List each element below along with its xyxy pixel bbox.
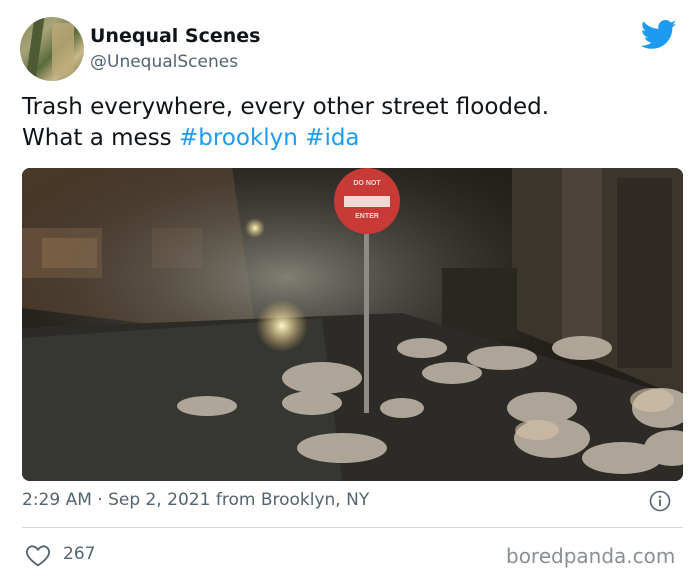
avatar[interactable] [20, 17, 84, 81]
tweet-text-prefix: What a mess [22, 125, 179, 151]
heart-icon[interactable] [25, 543, 51, 567]
flooded-street-scene: DO NOT ENTER [22, 168, 683, 481]
info-icon[interactable] [649, 490, 671, 512]
divider [22, 527, 683, 528]
twitter-bird-icon[interactable] [641, 20, 677, 50]
watermark: boredpanda.com [506, 544, 676, 568]
tweet-timestamp[interactable]: 2:29 AM · Sep 2, 2021 from Brooklyn, NY [22, 490, 369, 510]
tweet-text-line-1: Trash everywhere, every other street flo… [22, 94, 550, 120]
sign-line-2: ENTER [355, 213, 379, 220]
author-name[interactable]: Unequal Scenes [90, 25, 260, 47]
hashtag-brooklyn[interactable]: #brooklyn [179, 125, 298, 151]
author-handle[interactable]: @UnequalScenes [90, 52, 238, 72]
timestamp-separator: · [91, 490, 109, 510]
tweet-text: Trash everywhere, every other street flo… [22, 92, 682, 154]
sign-line-1: DO NOT [353, 180, 381, 187]
hashtag-ida[interactable]: #ida [305, 125, 359, 151]
like-count[interactable]: 267 [63, 544, 95, 564]
tweet-photo[interactable]: DO NOT ENTER [22, 168, 683, 481]
timestamp-date: Sep 2, 2021 [108, 490, 211, 510]
timestamp-location: from Brooklyn, NY [210, 490, 370, 510]
timestamp-time: 2:29 AM [22, 490, 92, 510]
tweet-text-line-2: What a mess #brooklyn #ida [22, 123, 682, 154]
